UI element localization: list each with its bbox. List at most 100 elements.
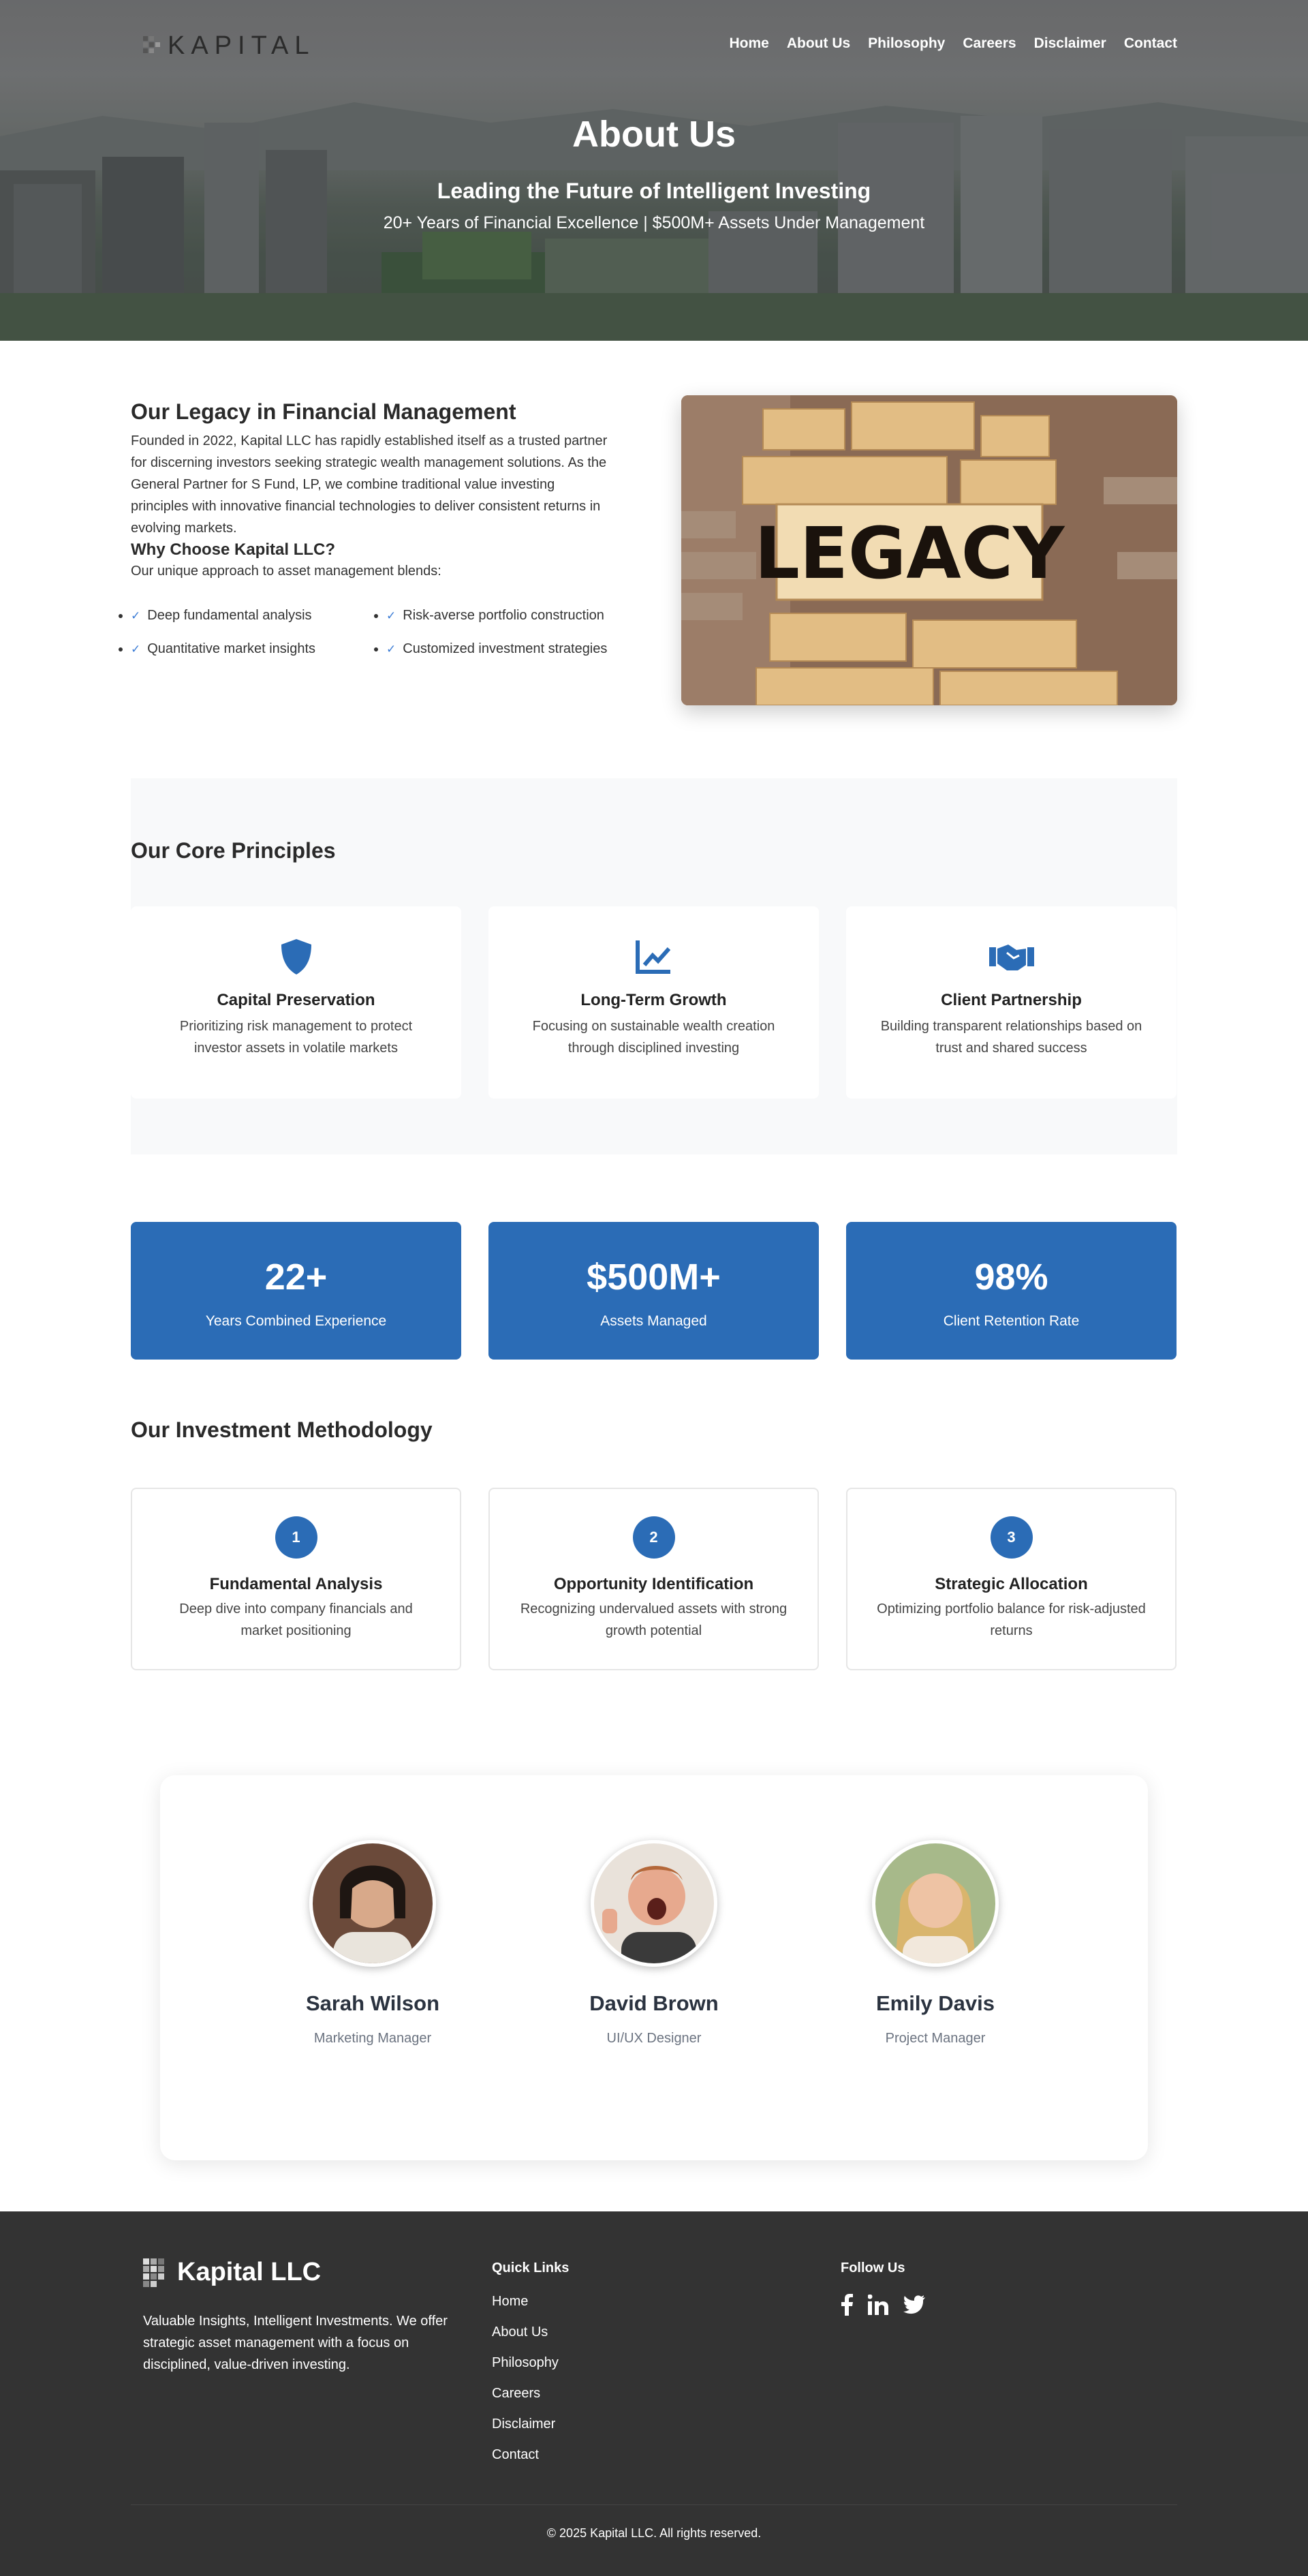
methodology-card: 1 Fundamental Analysis Deep dive into co… bbox=[131, 1488, 461, 1670]
facebook-icon[interactable] bbox=[841, 2294, 853, 2316]
site-footer: Kapital LLC Valuable Insights, Intellige… bbox=[0, 2211, 1308, 2576]
avatar bbox=[309, 1840, 436, 1967]
principle-card: Long-Term Growth Focusing on sustainable… bbox=[488, 906, 819, 1099]
legacy-image-word: LEGACY bbox=[755, 512, 1065, 595]
core-principles-section: Our Core Principles Capital Preservation… bbox=[131, 778, 1177, 1154]
principle-desc: Prioritizing risk management to protect … bbox=[179, 1019, 413, 1056]
copyright: © 2025 Kapital LLC. All rights reserved. bbox=[546, 2526, 762, 2540]
main-menu: Home About Us Philosophy Careers Disclai… bbox=[729, 35, 1177, 52]
list-item: ✓ Deep fundamental analysis bbox=[119, 608, 374, 624]
nav-careers[interactable]: Careers bbox=[963, 35, 1016, 52]
stat-card: $500M+ Assets Managed bbox=[488, 1222, 819, 1360]
quick-links-title: Quick Links bbox=[492, 2260, 570, 2275]
check-icon: ✓ bbox=[386, 642, 396, 656]
legacy-jenga-illustration: LEGACY bbox=[681, 395, 1177, 705]
stat-label: Client Retention Rate bbox=[943, 1313, 1080, 1329]
footer-divider bbox=[131, 2504, 1177, 2505]
nav-philosophy[interactable]: Philosophy bbox=[868, 35, 945, 52]
footer-logo-text: Kapital LLC bbox=[177, 2258, 322, 2286]
team-member: Emily Davis Project Manager bbox=[833, 1840, 1038, 2046]
member-role: Marketing Manager bbox=[313, 2031, 432, 2046]
principle-desc: Focusing on sustainable wealth creation … bbox=[532, 1019, 775, 1056]
bullet-dot bbox=[119, 613, 123, 618]
principle-title: Capital Preservation bbox=[217, 991, 375, 1009]
bullet-dot bbox=[374, 647, 378, 651]
stat-label: Assets Managed bbox=[600, 1313, 707, 1329]
hero-section: KAPITAL Home About Us Philosophy Careers… bbox=[0, 0, 1308, 341]
member-role: Project Manager bbox=[885, 2031, 986, 2046]
step-number-badge: 2 bbox=[632, 1516, 675, 1559]
avatar bbox=[872, 1840, 999, 1967]
footer-link-home[interactable]: Home bbox=[492, 2294, 569, 2325]
legacy-section: Our Legacy in Financial Management Found… bbox=[119, 395, 1177, 705]
step-desc: Deep dive into company financials and ma… bbox=[179, 1601, 413, 1638]
step-desc: Optimizing portfolio balance for risk-ad… bbox=[877, 1601, 1146, 1638]
footer-logo[interactable]: Kapital LLC bbox=[143, 2258, 321, 2287]
principle-card: Capital Preservation Prioritizing risk m… bbox=[131, 906, 461, 1099]
principle-desc: Building transparent relationships based… bbox=[880, 1019, 1142, 1056]
footer-link-philosophy[interactable]: Philosophy bbox=[492, 2355, 569, 2386]
principle-title: Long-Term Growth bbox=[580, 991, 727, 1009]
stat-value: 98% bbox=[974, 1257, 1048, 1298]
footer-link-about-us[interactable]: About Us bbox=[492, 2325, 569, 2355]
bullet-dot bbox=[374, 613, 378, 618]
list-item-label: Customized investment strategies bbox=[403, 641, 608, 656]
methodology-card: 3 Strategic Allocation Optimizing portfo… bbox=[846, 1488, 1177, 1670]
member-role: UI/UX Designer bbox=[606, 2031, 702, 2046]
logo-grid-icon bbox=[143, 35, 160, 53]
list-item: ✓ Risk-averse portfolio construction bbox=[374, 608, 629, 624]
team-section: Sarah Wilson Marketing Manager David Bro… bbox=[160, 1775, 1148, 2160]
check-icon: ✓ bbox=[131, 609, 141, 622]
shield-icon bbox=[281, 939, 311, 975]
footer-link-careers[interactable]: Careers bbox=[492, 2386, 569, 2417]
footer-quick-links: Quick Links Home About Us Philosophy Car… bbox=[492, 2260, 569, 2478]
avatar bbox=[591, 1840, 717, 1967]
twitter-icon[interactable] bbox=[903, 2295, 925, 2314]
handshake-icon bbox=[988, 945, 1034, 970]
list-item-label: Risk-averse portfolio construction bbox=[403, 608, 604, 623]
stat-card: 22+ Years Combined Experience bbox=[131, 1222, 461, 1360]
footer-description: Valuable Insights, Intelligent Investmen… bbox=[143, 2314, 448, 2372]
principle-title: Client Partnership bbox=[941, 991, 1082, 1009]
nav-about-us[interactable]: About Us bbox=[787, 35, 850, 52]
step-number-badge: 1 bbox=[275, 1516, 317, 1559]
legacy-image: LEGACY bbox=[681, 395, 1177, 705]
check-icon: ✓ bbox=[386, 609, 396, 622]
bullet-dot bbox=[119, 647, 123, 651]
legacy-paragraph: Founded in 2022, Kapital LLC has rapidly… bbox=[131, 433, 608, 536]
member-name: Emily Davis bbox=[875, 1991, 995, 2015]
principles-title: Our Core Principles bbox=[131, 838, 336, 863]
stat-value: 22+ bbox=[264, 1257, 328, 1298]
top-nav: KAPITAL Home About Us Philosophy Careers… bbox=[0, 0, 1308, 89]
linkedin-icon[interactable] bbox=[868, 2295, 888, 2315]
footer-link-disclaimer[interactable]: Disclaimer bbox=[492, 2417, 569, 2447]
member-name: David Brown bbox=[589, 1991, 719, 2015]
member-name: Sarah Wilson bbox=[305, 1991, 440, 2015]
methodology-title: Our Investment Methodology bbox=[131, 1417, 433, 1442]
list-item: ✓ Quantitative market insights bbox=[119, 641, 374, 657]
footer-follow: Follow Us bbox=[841, 2260, 925, 2316]
nav-contact[interactable]: Contact bbox=[1124, 35, 1177, 52]
logo-grid-icon bbox=[143, 2258, 164, 2287]
footer-link-contact[interactable]: Contact bbox=[492, 2447, 569, 2478]
site-logo[interactable]: KAPITAL bbox=[143, 31, 315, 61]
step-title: Strategic Allocation bbox=[935, 1575, 1088, 1593]
hero-text: About Us Leading the Future of Intellige… bbox=[0, 113, 1308, 233]
social-links bbox=[841, 2294, 925, 2316]
team-member: Sarah Wilson Marketing Manager bbox=[270, 1840, 475, 2046]
logo-text: KAPITAL bbox=[168, 31, 315, 60]
stats-row: 22+ Years Combined Experience $500M+ Ass… bbox=[131, 1222, 1177, 1360]
nav-disclaimer[interactable]: Disclaimer bbox=[1034, 35, 1106, 52]
list-item-label: Quantitative market insights bbox=[147, 641, 316, 656]
stat-label: Years Combined Experience bbox=[205, 1313, 387, 1329]
follow-us-title: Follow Us bbox=[841, 2260, 905, 2275]
step-title: Fundamental Analysis bbox=[209, 1575, 383, 1593]
stat-card: 98% Client Retention Rate bbox=[846, 1222, 1177, 1360]
principles-cards: Capital Preservation Prioritizing risk m… bbox=[131, 906, 1177, 1099]
step-number-badge: 3 bbox=[990, 1516, 1033, 1559]
nav-home[interactable]: Home bbox=[729, 35, 768, 52]
check-icon: ✓ bbox=[131, 642, 141, 656]
principle-card: Client Partnership Building transparent … bbox=[846, 906, 1177, 1099]
chart-line-icon bbox=[635, 940, 670, 974]
methodology-card: 2 Opportunity Identification Recognizing… bbox=[488, 1488, 819, 1670]
